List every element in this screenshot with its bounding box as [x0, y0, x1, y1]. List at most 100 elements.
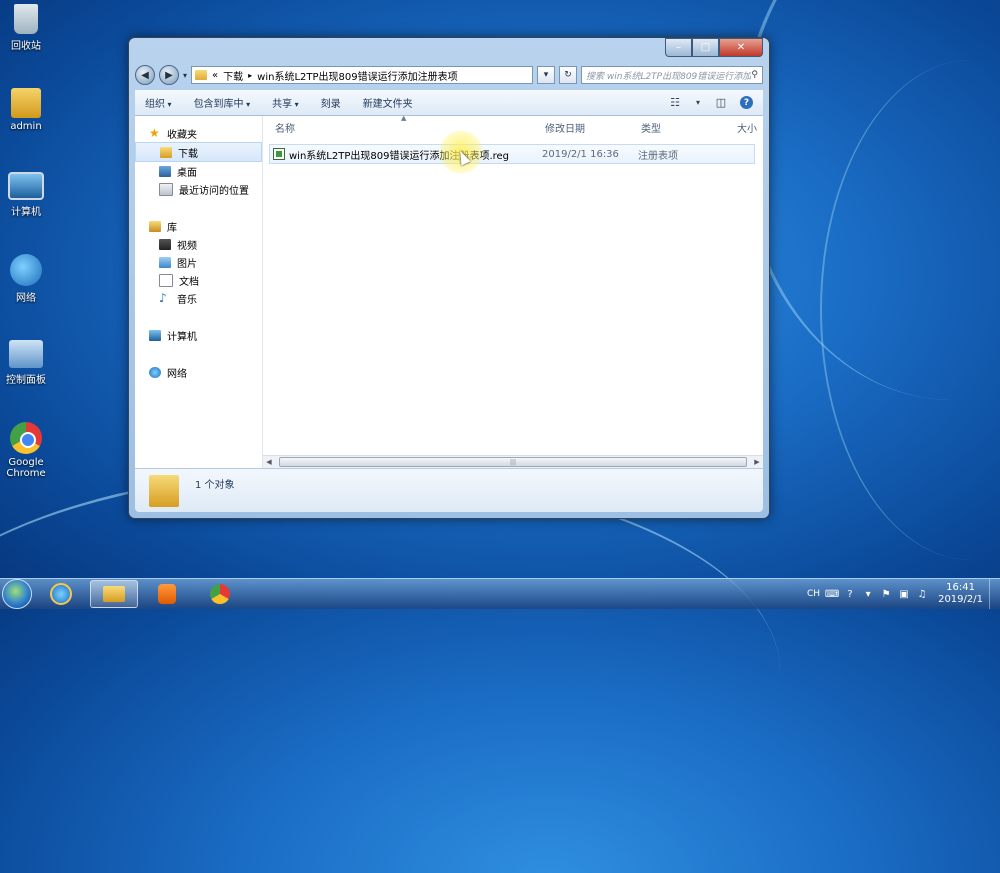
media-player-icon — [158, 584, 176, 604]
nav-label: 最近访问的位置 — [179, 185, 249, 197]
nav-item-recent-places[interactable]: 最近访问的位置 — [135, 180, 262, 198]
scroll-right-icon[interactable]: ▶ — [751, 458, 763, 466]
taskbar-media-player[interactable] — [143, 580, 191, 608]
downloads-folder-icon — [160, 146, 172, 158]
burn-button[interactable]: 刻录 — [321, 95, 341, 110]
scrollbar-thumb[interactable]: ||| — [279, 457, 747, 467]
file-list: ▲ 名称 修改日期 类型 大小 win系统L2TP出现809错误运行添加注册表项… — [263, 114, 763, 468]
nav-item-documents[interactable]: 文档 — [135, 271, 262, 289]
nav-label: 文档 — [179, 276, 199, 288]
nav-item-downloads[interactable]: 下载 — [135, 142, 262, 162]
help-icon[interactable]: ? — [844, 588, 856, 600]
close-button[interactable]: ✕ — [719, 38, 763, 57]
desktop-icon-admin[interactable]: admin — [2, 88, 50, 132]
desktop-icon-chrome[interactable]: Google Chrome — [2, 422, 50, 479]
recent-places-icon — [159, 182, 173, 196]
music-note-icon: ♪ — [159, 291, 167, 305]
recycle-bin-icon — [14, 4, 38, 34]
refresh-button[interactable]: ↻ — [559, 66, 578, 84]
arrow-right-icon: ▶ — [165, 69, 173, 81]
nav-label: 下载 — [178, 148, 198, 160]
arrow-left-icon: ◀ — [141, 69, 149, 81]
address-dropdown-button[interactable]: ▾ — [537, 66, 556, 84]
search-icon: ⚲ — [751, 70, 758, 80]
view-options-icon[interactable]: ☷ — [668, 96, 682, 109]
column-header-type[interactable]: 类型 — [641, 120, 661, 135]
nav-computer[interactable]: 计算机 — [135, 326, 262, 344]
keyboard-icon[interactable]: ⌨ — [825, 588, 839, 600]
help-icon[interactable]: ? — [740, 96, 753, 109]
breadcrumb-current-folder[interactable]: win系统L2TP出现809错误运行添加注册表项 — [257, 68, 457, 83]
taskbar-explorer[interactable] — [90, 580, 138, 608]
search-placeholder: 搜索 win系统L2TP出现809错误运行添加注册表项 — [586, 71, 752, 82]
scroll-left-icon[interactable]: ◀ — [263, 458, 275, 466]
volume-icon[interactable]: ♫ — [916, 588, 928, 600]
nav-label: 库 — [167, 222, 177, 234]
column-header-name[interactable]: 名称 — [275, 120, 295, 135]
pictures-icon — [159, 256, 171, 268]
desktop-icon-label: admin — [10, 121, 42, 132]
back-button[interactable]: ◀ — [135, 65, 155, 85]
explorer-body: ★ 收藏夹 下载 桌面 最近访问的位置 库 视频 图片 文档 ♪ 音乐 计算机 … — [135, 114, 763, 468]
breadcrumb-downloads[interactable]: 下载 — [223, 68, 243, 83]
show-desktop-button[interactable] — [989, 579, 1000, 609]
include-in-library-menu[interactable]: 包含到库中 — [194, 95, 251, 110]
taskbar-chrome[interactable] — [196, 580, 244, 608]
internet-explorer-icon — [50, 583, 72, 605]
network-icon — [149, 366, 161, 378]
explorer-window: – □ ✕ ◀ ▶ ▾ « 下载 ▸ win系统L2TP出现809错误运行添加注… — [128, 37, 770, 519]
address-bar-row: ◀ ▶ ▾ « 下载 ▸ win系统L2TP出现809错误运行添加注册表项 ▾ … — [135, 64, 763, 86]
column-header-date[interactable]: 修改日期 — [545, 120, 585, 135]
column-headers: ▲ 名称 修改日期 类型 大小 — [263, 114, 763, 138]
computer-icon — [149, 329, 161, 341]
column-header-size[interactable]: 大小 — [737, 120, 757, 135]
clock[interactable]: 16:41 2019/2/1 — [938, 582, 983, 606]
desktop-icon-control-panel[interactable]: 控制面板 — [2, 340, 50, 386]
minimize-button[interactable]: – — [665, 38, 692, 57]
folder-icon — [195, 70, 208, 80]
star-icon: ★ — [149, 126, 160, 140]
view-dropdown-icon[interactable]: ▾ — [694, 97, 702, 109]
taskbar: CH ⌨ ? ▾ ⚑ ▣ ♫ 16:41 2019/2/1 — [0, 578, 1000, 609]
user-folder-icon — [11, 88, 41, 118]
desktop-icon-computer[interactable]: 计算机 — [2, 172, 50, 218]
start-button[interactable] — [2, 579, 32, 609]
nav-label: 音乐 — [177, 294, 197, 306]
flag-icon[interactable]: ⚑ — [880, 588, 892, 600]
nav-network[interactable]: 网络 — [135, 363, 262, 381]
search-input[interactable]: 搜索 win系统L2TP出现809错误运行添加注册表项 ⚲ — [581, 66, 763, 84]
nav-favorites[interactable]: ★ 收藏夹 — [135, 124, 262, 142]
desktop-icon-recycle-bin[interactable]: 回收站 — [2, 4, 50, 52]
desktop-icon-network[interactable]: 网络 — [2, 254, 50, 304]
forward-button[interactable]: ▶ — [159, 65, 179, 85]
nav-item-videos[interactable]: 视频 — [135, 235, 262, 253]
file-row[interactable]: win系统L2TP出现809错误运行添加注册表项.reg 2019/2/1 16… — [269, 144, 755, 164]
horizontal-scrollbar[interactable]: ◀ ||| ▶ — [263, 455, 763, 468]
explorer-folder-icon — [103, 586, 125, 602]
desktop-icon-label: 网络 — [16, 293, 36, 304]
network-icon — [10, 254, 42, 286]
network-tray-icon[interactable]: ▣ — [898, 588, 910, 600]
maximize-button[interactable]: □ — [692, 38, 719, 57]
computer-icon — [8, 172, 44, 200]
nav-libraries[interactable]: 库 — [135, 217, 262, 235]
nav-item-music[interactable]: ♪ 音乐 — [135, 289, 262, 307]
folder-icon — [149, 474, 179, 507]
taskbar-internet-explorer[interactable] — [37, 580, 85, 608]
breadcrumb-separator[interactable]: ▸ — [248, 71, 252, 80]
recent-pages-dropdown[interactable]: ▾ — [183, 71, 187, 80]
refresh-icon: ↻ — [564, 70, 572, 80]
desktop-icon-label: 回收站 — [11, 41, 41, 52]
organize-menu[interactable]: 组织 — [145, 95, 172, 110]
options-icon[interactable]: ▾ — [862, 588, 874, 600]
share-menu[interactable]: 共享 — [272, 95, 299, 110]
new-folder-button[interactable]: 新建文件夹 — [363, 95, 413, 110]
address-bar[interactable]: « 下载 ▸ win系统L2TP出现809错误运行添加注册表项 — [191, 66, 534, 84]
address-overflow-chevron[interactable]: « — [212, 70, 218, 81]
nav-item-pictures[interactable]: 图片 — [135, 253, 262, 271]
navigation-pane: ★ 收藏夹 下载 桌面 最近访问的位置 库 视频 图片 文档 ♪ 音乐 计算机 … — [135, 116, 263, 468]
clock-date: 2019/2/1 — [938, 594, 983, 605]
preview-pane-icon[interactable]: ◫ — [714, 96, 728, 109]
nav-item-desktop[interactable]: 桌面 — [135, 162, 262, 180]
language-indicator[interactable]: CH — [807, 589, 820, 599]
